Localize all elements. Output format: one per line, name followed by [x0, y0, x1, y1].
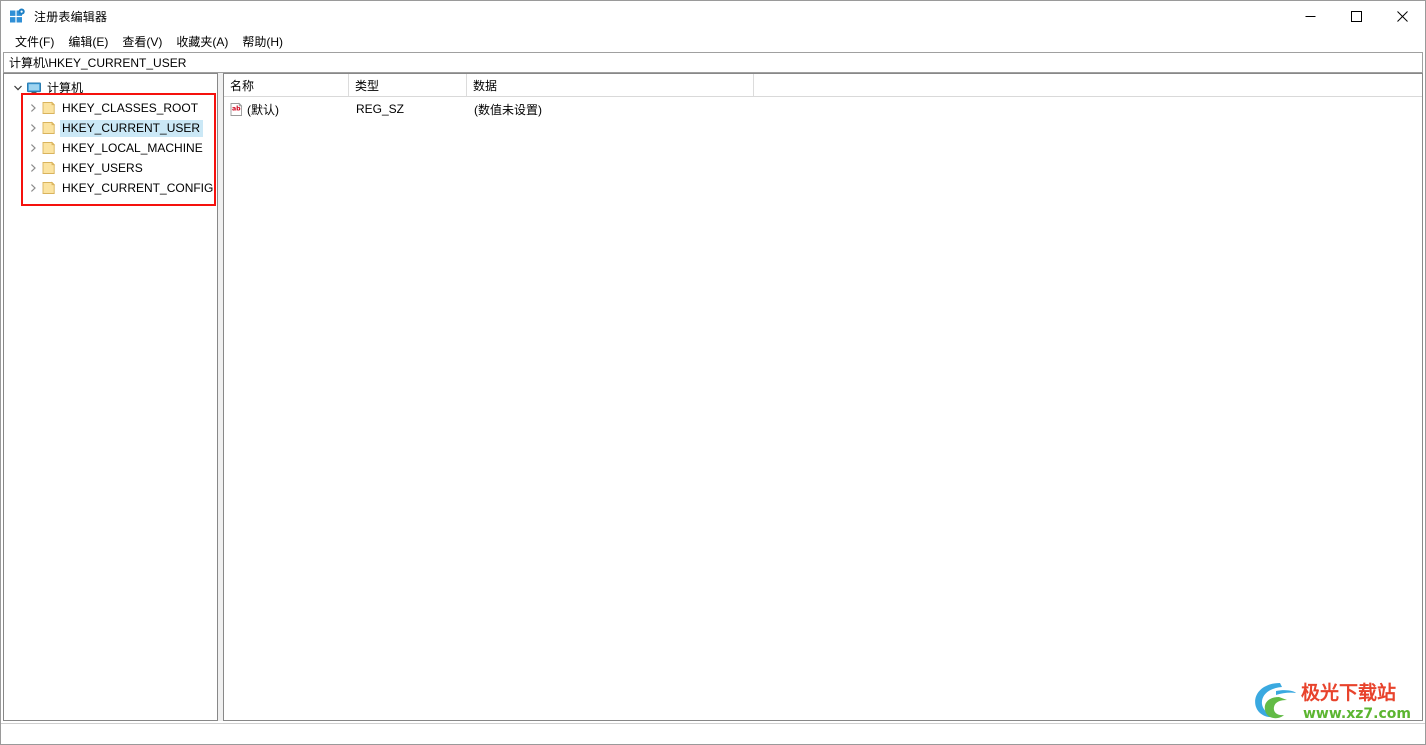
tree-node-hkey-current-user[interactable]: HKEY_CURRENT_USER: [4, 118, 217, 138]
list-column-headers: 名称 类型 数据: [224, 74, 1422, 97]
folder-icon: [41, 180, 57, 196]
column-header-type[interactable]: 类型: [349, 74, 467, 96]
registry-values-panel: 名称 类型 数据 ab (默认) REG_SZ (数值未设置): [223, 73, 1423, 721]
cell-value-name: ab (默认): [224, 101, 349, 118]
cell-value-name-text: (默认): [247, 102, 279, 117]
folder-icon: [41, 160, 57, 176]
menu-file[interactable]: 文件(F): [8, 33, 61, 52]
tree-node-computer[interactable]: 计算机: [4, 78, 217, 98]
tree-node-label: HKEY_CLASSES_ROOT: [62, 100, 199, 115]
address-bar[interactable]: 计算机\HKEY_CURRENT_USER: [3, 52, 1423, 73]
column-header-data[interactable]: 数据: [467, 74, 754, 96]
menu-favorites[interactable]: 收藏夹(A): [169, 33, 235, 52]
window-title: 注册表编辑器: [34, 10, 108, 24]
status-bar: [1, 723, 1425, 744]
chevron-right-icon[interactable]: [25, 120, 41, 136]
chevron-right-icon[interactable]: [25, 140, 41, 156]
tree-node-hkey-users[interactable]: HKEY_USERS: [4, 158, 217, 178]
folder-icon: [41, 140, 57, 156]
address-bar-container: 计算机\HKEY_CURRENT_USER: [1, 52, 1425, 73]
tree-node-hkey-local-machine[interactable]: HKEY_LOCAL_MACHINE: [4, 138, 217, 158]
registry-editor-window: 注册表编辑器 文件(F) 编辑(E) 查看(V) 收藏夹(A) 帮助(H) 计算…: [0, 0, 1426, 745]
menu-edit[interactable]: 编辑(E): [61, 33, 115, 52]
tree-node-hkey-classes-root[interactable]: HKEY_CLASSES_ROOT: [4, 98, 217, 118]
registry-tree: 计算机 HKEY_CLASSES_ROOT HKEY_CURRENT_USER …: [4, 74, 217, 198]
tree-node-hkey-current-config[interactable]: HKEY_CURRENT_CONFIG: [4, 178, 217, 198]
chevron-right-icon[interactable]: [25, 180, 41, 196]
column-header-name[interactable]: 名称: [224, 74, 349, 96]
cell-value-type: REG_SZ: [356, 102, 405, 116]
list-body: ab (默认) REG_SZ (数值未设置): [224, 97, 1422, 119]
tree-node-label: HKEY_LOCAL_MACHINE: [62, 140, 203, 155]
tree-node-label: HKEY_CURRENT_CONFIG: [62, 180, 214, 195]
cell-value-data: (数值未设置): [474, 102, 542, 117]
minimize-button[interactable]: [1287, 1, 1333, 32]
table-row[interactable]: ab (默认) REG_SZ (数值未设置): [224, 99, 1422, 119]
tree-node-label: HKEY_USERS: [62, 160, 143, 175]
registry-editor-icon: [9, 8, 26, 25]
chevron-right-icon[interactable]: [25, 100, 41, 116]
menu-help[interactable]: 帮助(H): [235, 33, 290, 52]
menu-view[interactable]: 查看(V): [115, 33, 169, 52]
chevron-down-icon[interactable]: [10, 80, 26, 96]
folder-icon: [41, 100, 57, 116]
folder-icon: [41, 120, 57, 136]
registry-tree-panel: 计算机 HKEY_CLASSES_ROOT HKEY_CURRENT_USER …: [3, 73, 218, 721]
tree-node-computer-label: 计算机: [47, 80, 84, 95]
title-bar: 注册表编辑器: [1, 1, 1425, 32]
computer-monitor-icon: [26, 80, 42, 96]
maximize-button[interactable]: [1333, 1, 1379, 32]
chevron-right-icon[interactable]: [25, 160, 41, 176]
title-bar-left: 注册表编辑器: [1, 1, 107, 32]
close-button[interactable]: [1379, 1, 1425, 32]
menu-bar: 文件(F) 编辑(E) 查看(V) 收藏夹(A) 帮助(H): [1, 32, 1425, 52]
main-content: 计算机 HKEY_CLASSES_ROOT HKEY_CURRENT_USER …: [1, 73, 1425, 723]
string-value-icon: ab: [229, 102, 244, 117]
tree-node-label: HKEY_CURRENT_USER: [60, 119, 204, 137]
window-controls: [1287, 1, 1425, 32]
column-header-filler: [754, 74, 1422, 96]
svg-text:ab: ab: [232, 105, 241, 112]
